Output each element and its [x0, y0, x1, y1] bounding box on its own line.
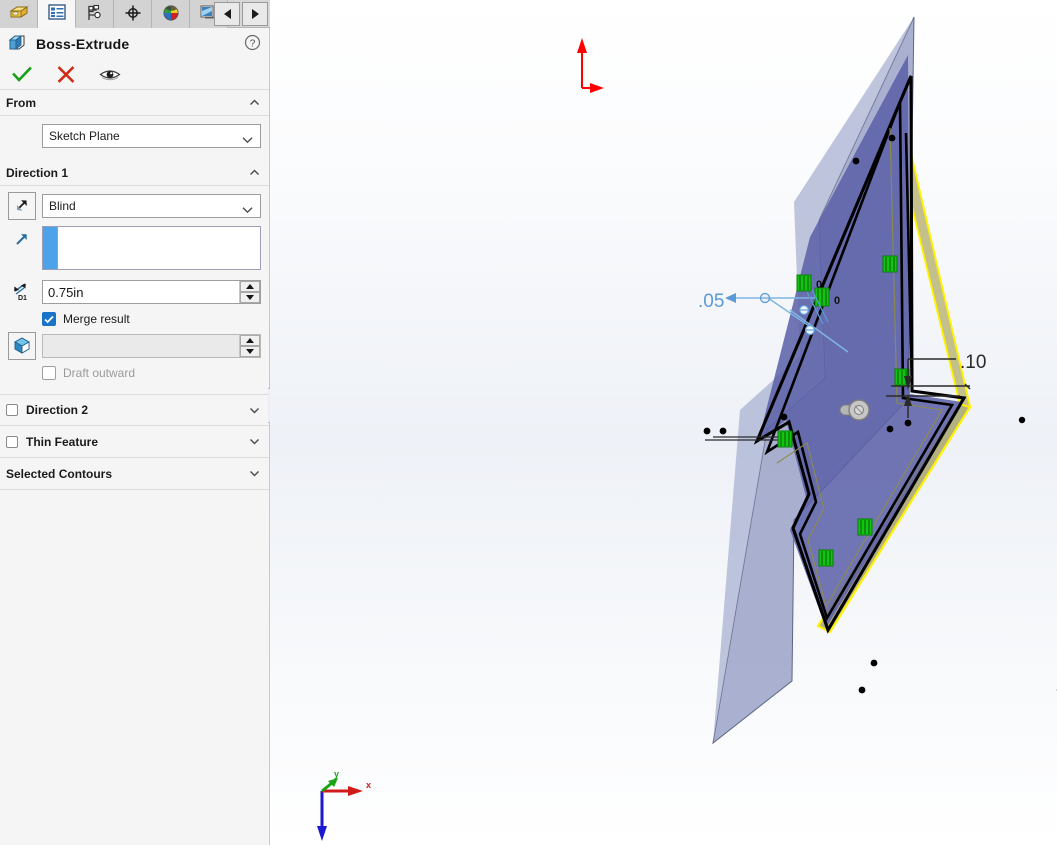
merge-result-row[interactable]: Merge result — [42, 312, 261, 326]
direction-of-extrusion-icon-slot — [8, 226, 36, 254]
triad-x-label: x — [366, 780, 371, 790]
chevron-down-icon — [242, 133, 253, 147]
help-icon[interactable]: ? — [244, 34, 261, 54]
section-header-direction2[interactable]: Direction 2 — [0, 394, 269, 426]
section-body-direction1: Blind D1 0.75in Merge result Draft outwa… — [0, 186, 269, 394]
start-condition-value: Sketch Plane — [49, 129, 120, 143]
yellow-block-icon — [8, 4, 29, 25]
depth-input[interactable]: 0.75in — [42, 280, 261, 304]
graphics-viewport[interactable]: 0 0 .05 .10 x y — [270, 0, 1057, 845]
color-sphere-icon — [161, 4, 181, 25]
chevron-down-icon — [248, 435, 261, 448]
coordinate-triad: x y z — [317, 769, 371, 841]
end-condition-select[interactable]: Blind — [42, 194, 261, 218]
offset-dimension-value: .10 — [960, 352, 986, 373]
section-header-selected-contours[interactable]: Selected Contours — [0, 458, 269, 490]
start-condition-select[interactable]: Sketch Plane — [42, 124, 261, 148]
thickness-dimension-value: .05 — [698, 291, 724, 312]
svg-text:?: ? — [250, 38, 256, 49]
section-header-from[interactable]: From — [0, 90, 269, 116]
draft-angle-stepper-down[interactable] — [240, 346, 260, 357]
direction2-checkbox[interactable] — [6, 404, 18, 416]
property-manager-action-bar — [0, 60, 269, 90]
tab-next-button[interactable] — [242, 2, 268, 26]
section-label-thin-feature: Thin Feature — [26, 434, 99, 449]
configuration-icon — [85, 4, 105, 25]
section-body-from: Sketch Plane — [0, 116, 269, 160]
sketch-origin — [577, 38, 604, 93]
relation-marker — [818, 549, 834, 567]
cancel-button[interactable] — [54, 64, 78, 86]
depth-stepper[interactable] — [239, 281, 260, 303]
triad-y-label: y — [334, 769, 339, 779]
from-spacer — [8, 122, 36, 150]
chevron-up-icon — [248, 166, 261, 179]
chevron-right-icon — [251, 9, 259, 19]
depth-icon-slot: D1 — [8, 278, 36, 306]
direction-arrow-icon — [13, 230, 31, 251]
sidebar-item-property-manager[interactable] — [38, 0, 76, 28]
depth-dimension-icon: D1 — [11, 281, 33, 304]
direction-of-extrusion-selection-box[interactable] — [42, 226, 261, 270]
property-manager-title-bar: Boss-Extrude ? — [0, 28, 269, 60]
relation-marker — [882, 255, 898, 273]
triangle-up-icon — [246, 284, 254, 289]
section-label-direction1: Direction 1 — [6, 165, 69, 180]
selection-color-bar — [43, 227, 57, 269]
draft-on-off-button[interactable] — [8, 332, 36, 360]
depth-value[interactable]: 0.75in — [43, 281, 239, 303]
property-list-icon — [47, 3, 67, 24]
svg-text:0: 0 — [834, 295, 840, 307]
relation-marker — [857, 518, 873, 536]
sidebar-item-feature-manager-design-tree[interactable] — [0, 0, 38, 28]
page-title: Boss-Extrude — [36, 36, 130, 52]
draft-angle-stepper-up[interactable] — [240, 335, 260, 346]
sidebar-item-configuration-manager[interactable] — [76, 0, 114, 28]
detailed-preview-button[interactable] — [98, 64, 122, 86]
sidebar-item-dimxpert-manager[interactable] — [114, 0, 152, 28]
section-header-thin-feature[interactable]: Thin Feature — [0, 426, 269, 458]
draft-angle-input[interactable] — [42, 334, 261, 358]
merge-result-label: Merge result — [63, 312, 130, 326]
selection-list[interactable] — [57, 227, 260, 269]
draft-angle-value[interactable] — [43, 335, 239, 357]
triangle-down-icon — [246, 295, 254, 300]
sidebar-item-display-manager[interactable] — [152, 0, 190, 28]
depth-stepper-up[interactable] — [240, 281, 260, 292]
draft-outward-checkbox[interactable] — [42, 366, 56, 380]
chevron-left-icon — [223, 9, 231, 19]
manager-tab-strip — [0, 0, 270, 28]
draft-outward-label: Draft outward — [63, 366, 136, 380]
boss-extrude-icon — [8, 33, 28, 56]
draft-angle-stepper[interactable] — [239, 335, 260, 357]
model-canvas[interactable]: 0 0 .05 .10 x y — [270, 0, 1057, 845]
reverse-direction-button[interactable] — [8, 192, 36, 220]
end-condition-value: Blind — [49, 199, 76, 213]
svg-text:D1: D1 — [18, 295, 27, 301]
merge-result-checkbox[interactable] — [42, 312, 56, 326]
ok-button[interactable] — [10, 64, 34, 86]
section-label-direction2: Direction 2 — [26, 403, 89, 417]
section-label-selected-contours: Selected Contours — [6, 466, 113, 481]
triangle-up-icon — [246, 338, 254, 343]
relation-marker — [777, 430, 793, 448]
depth-stepper-down[interactable] — [240, 292, 260, 303]
draft-outward-row[interactable]: Draft outward — [42, 366, 261, 380]
chevron-up-icon — [248, 96, 261, 109]
triangle-down-icon — [246, 349, 254, 354]
section-header-direction1[interactable]: Direction 1 — [0, 160, 269, 186]
chevron-down-icon — [242, 203, 253, 217]
thin-feature-checkbox[interactable] — [6, 435, 18, 448]
chevron-down-icon — [248, 404, 261, 417]
section-label-from: From — [6, 95, 36, 110]
tab-prev-button[interactable] — [214, 2, 240, 26]
chevron-down-icon — [248, 467, 261, 480]
tab-nav-buttons — [214, 2, 268, 26]
property-manager-panel: Boss-Extrude ? From Sketch Plane Directi… — [0, 0, 270, 845]
crosshair-target-icon — [123, 4, 143, 25]
